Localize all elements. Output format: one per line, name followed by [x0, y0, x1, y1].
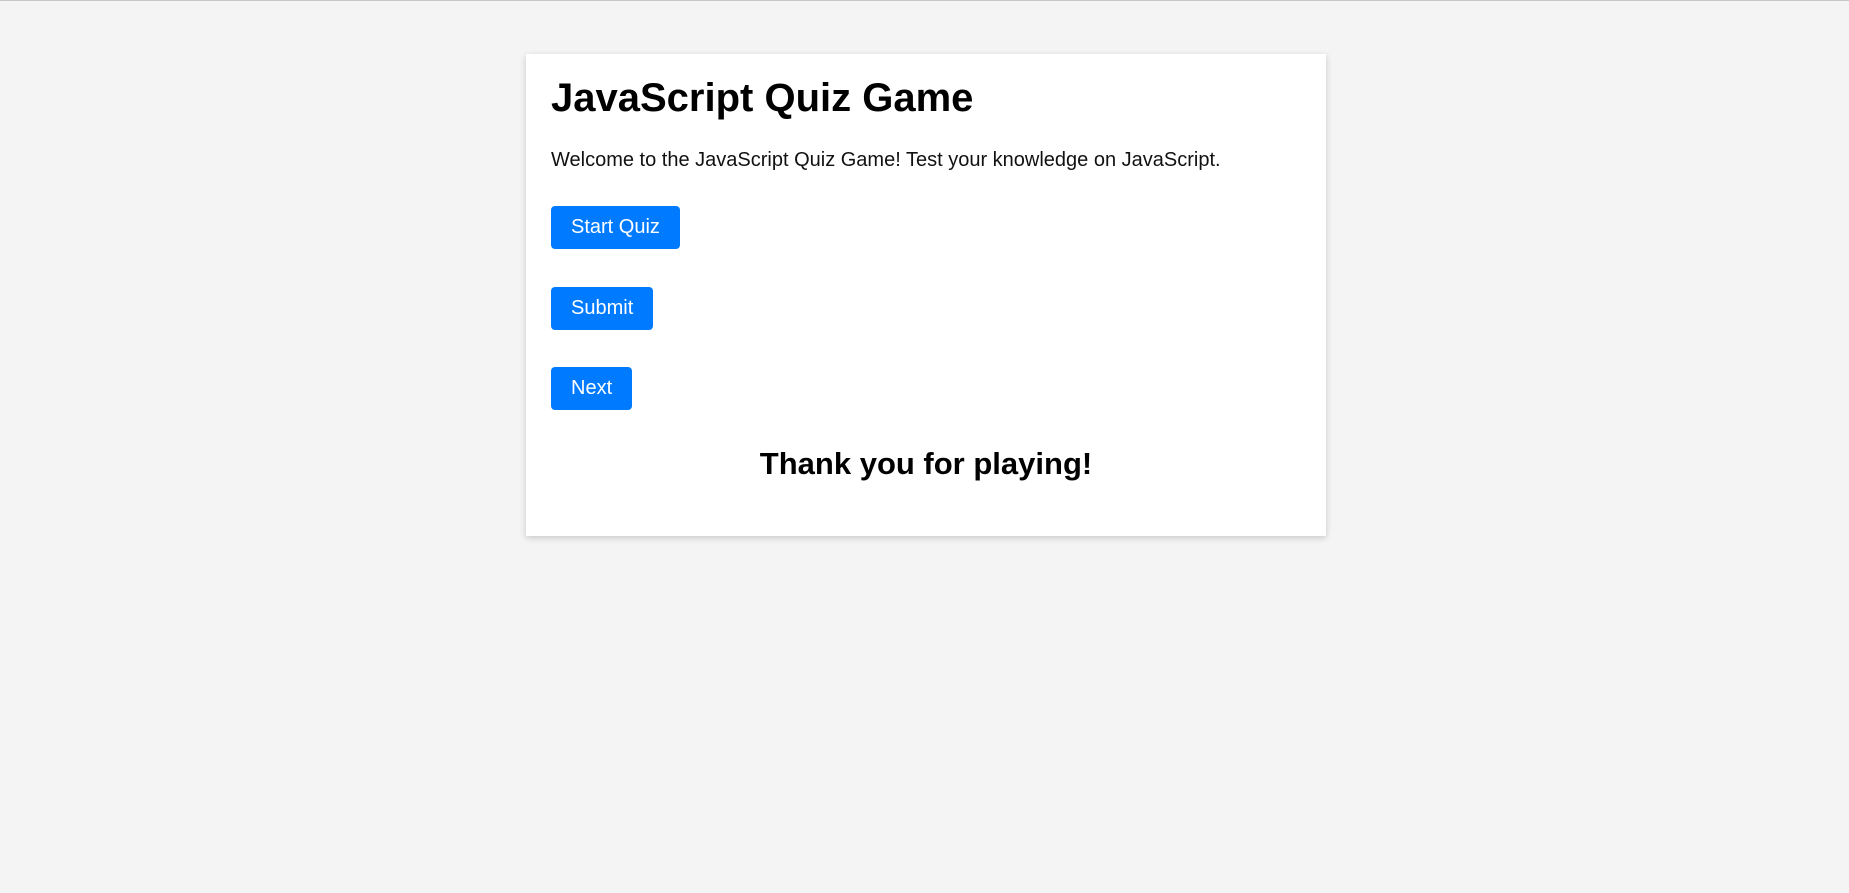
thank-you-message: Thank you for playing!: [759, 446, 1093, 481]
welcome-message: Welcome to the JavaScript Quiz Game! Tes…: [551, 149, 1221, 171]
next-row: Next: [551, 367, 633, 410]
submit-button[interactable]: Submit: [551, 287, 654, 330]
start-quiz-button[interactable]: Start Quiz: [551, 206, 680, 249]
quiz-card: JavaScript Quiz Game Welcome to the Java…: [526, 54, 1326, 536]
start-row: Start Quiz: [551, 206, 680, 249]
next-button[interactable]: Next: [551, 367, 633, 410]
submit-row: Submit: [551, 287, 654, 330]
page-title: JavaScript Quiz Game: [551, 76, 974, 120]
